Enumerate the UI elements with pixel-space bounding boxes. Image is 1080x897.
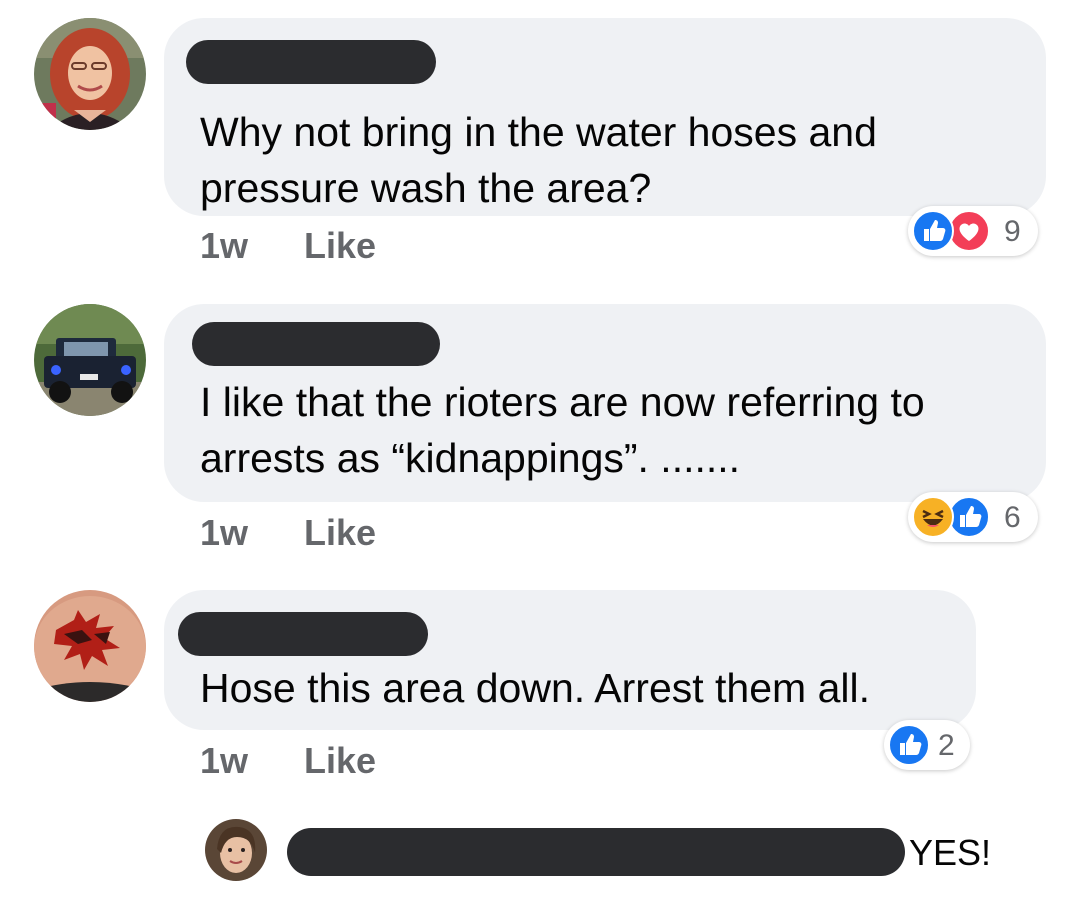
comment-meta: 1w Like (200, 225, 376, 267)
like-button[interactable]: Like (304, 225, 376, 267)
comment-text-line: pressure wash the area? (200, 165, 652, 211)
redacted-author-name[interactable] (186, 40, 436, 84)
avatar[interactable] (34, 304, 146, 416)
like-button[interactable]: Like (304, 512, 376, 554)
comment-meta: 1w Like (200, 512, 376, 554)
reaction-count: 6 (1004, 501, 1021, 534)
reaction-count: 9 (1004, 215, 1021, 248)
timestamp[interactable]: 1w (200, 225, 248, 266)
comment-bubble: I like that the rioters are now referrin… (164, 304, 1046, 502)
redacted-author-name[interactable] (192, 322, 440, 366)
timestamp[interactable]: 1w (200, 740, 248, 781)
timestamp[interactable]: 1w (200, 512, 248, 553)
comment-bubble: Why not bring in the water hoses and pre… (164, 18, 1046, 216)
reply-avatar[interactable] (205, 819, 267, 881)
redacted-reply-author[interactable] (287, 828, 905, 876)
comment-text-line: Why not bring in the water hoses and (200, 109, 877, 155)
comment-bubble: Hose this area down. Arrest them all. (164, 590, 976, 730)
comment-text-line: I like that the rioters are now referrin… (200, 379, 925, 425)
like-icon (912, 210, 954, 252)
like-icon (888, 724, 930, 766)
like-icon (948, 496, 990, 538)
reaction-summary[interactable]: 9 (908, 206, 1038, 256)
like-button[interactable]: Like (304, 740, 376, 782)
redacted-author-name[interactable] (178, 612, 428, 656)
reply-text: YES! (909, 832, 992, 873)
reaction-summary[interactable]: 2 (884, 720, 970, 770)
reaction-count: 2 (938, 729, 955, 762)
love-icon (948, 210, 990, 252)
avatar[interactable] (34, 18, 146, 130)
avatar[interactable] (34, 590, 146, 702)
comment-text-line: arrests as “kidnappings”. ....... (200, 435, 741, 481)
reaction-summary[interactable]: 6 (908, 492, 1038, 542)
haha-icon (912, 496, 954, 538)
comment-meta: 1w Like (200, 740, 376, 782)
comment-text-line: Hose this area down. Arrest them all. (200, 665, 870, 711)
